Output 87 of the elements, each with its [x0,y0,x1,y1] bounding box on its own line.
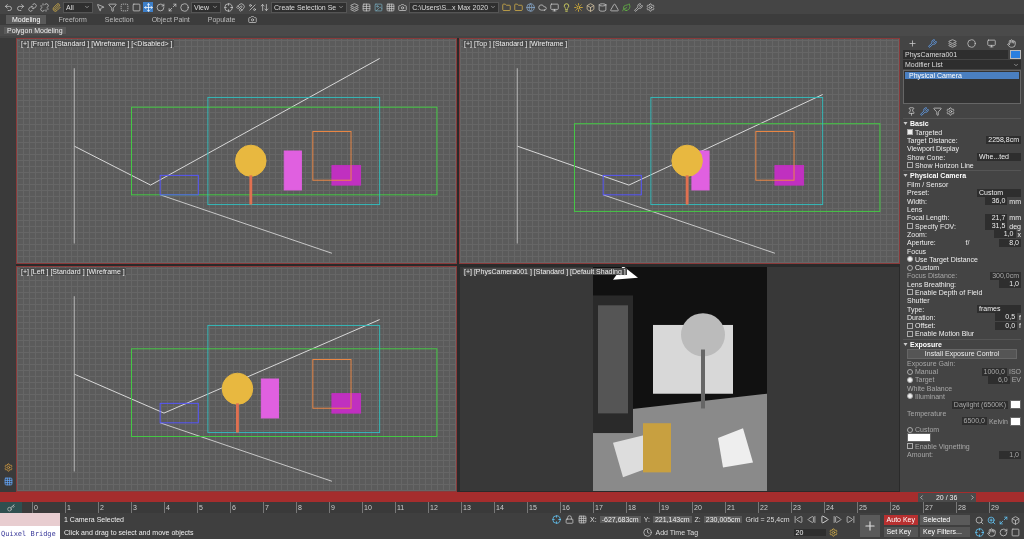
magnet-icon[interactable] [235,2,245,12]
arrows-icon[interactable] [259,2,269,12]
filter-icon[interactable] [107,2,117,12]
plus-icon [862,519,877,533]
monitor-icon[interactable] [549,2,560,12]
utilities-icon[interactable] [1006,38,1017,49]
create-icon[interactable] [907,38,918,49]
box-icon[interactable] [1010,515,1020,525]
folder-icon[interactable] [513,2,524,12]
collapse-arrow-icon[interactable] [903,342,908,347]
folder-icon[interactable] [501,2,512,12]
circle-icon[interactable] [179,2,189,12]
motion-icon[interactable] [966,38,977,49]
box-icon[interactable] [585,2,596,12]
pan-icon[interactable] [986,527,996,537]
play-icon[interactable] [819,514,830,525]
percent-icon[interactable] [247,2,257,12]
dashed-square-icon[interactable] [119,2,129,12]
modify-icon[interactable] [927,38,938,49]
pointer-icon[interactable] [95,2,105,12]
lightbulb-icon[interactable] [561,2,572,12]
step-forward-icon[interactable] [832,514,843,525]
scale-icon[interactable] [167,2,177,12]
settings-icon[interactable] [945,106,955,116]
search-icon[interactable] [974,515,984,525]
image-icon[interactable] [373,2,384,12]
checkbox[interactable] [907,322,913,329]
checkbox[interactable] [907,129,913,136]
leaf-icon[interactable] [621,2,632,12]
settings-icon[interactable] [645,2,656,12]
maximize-icon[interactable] [1010,527,1020,537]
cloud-icon[interactable] [537,2,548,12]
lock-icon[interactable] [564,514,575,525]
zoom-extents-icon[interactable] [998,515,1008,525]
collapse-arrow-icon[interactable] [903,121,908,126]
skip-back-icon[interactable] [793,514,804,525]
chevron-down-icon [490,4,497,10]
object-color-swatch[interactable] [1010,50,1021,59]
checkbox[interactable] [907,223,913,230]
link-icon[interactable] [27,2,37,12]
globe-icon[interactable] [525,2,536,12]
layout-icon[interactable] [3,476,13,486]
crosshair-icon[interactable] [223,2,233,12]
unlink-icon[interactable] [39,2,49,12]
step-back-icon[interactable] [806,514,817,525]
move-icon[interactable] [143,2,153,12]
wrench-icon[interactable] [633,2,644,12]
cone-icon[interactable] [609,2,620,12]
cylinder-icon[interactable] [597,2,608,12]
table-icon[interactable] [361,2,372,12]
modifier-icon[interactable] [919,106,929,116]
radio-button[interactable] [907,256,913,263]
chevron-down-icon [212,4,218,10]
undo-icon[interactable] [3,2,13,12]
chevron-down-icon [84,4,90,10]
filter-icon[interactable] [932,106,942,116]
chevron-down-icon [338,4,345,10]
checkbox[interactable] [907,289,913,296]
settings-icon[interactable] [3,462,13,472]
layers-icon[interactable] [349,2,360,12]
zoom-icon[interactable] [986,515,996,525]
time-config-icon[interactable] [828,527,839,538]
chevron-down-icon [1013,61,1019,68]
clock-icon[interactable] [642,527,653,538]
camera-icon[interactable] [247,14,258,25]
pin-icon[interactable] [906,106,916,116]
collapse-arrow-icon[interactable] [903,174,908,178]
checkbox[interactable] [907,162,913,169]
key-icon [7,503,15,512]
grid-icon[interactable] [385,2,396,12]
grid-icon[interactable] [577,514,588,525]
paperclip-icon[interactable] [51,2,61,12]
redo-icon[interactable] [15,2,25,12]
orbit-icon[interactable] [974,527,984,537]
hierarchy-icon[interactable] [947,38,958,49]
checkbox[interactable] [907,330,913,337]
chevron-left-icon[interactable] [917,493,925,501]
skip-forward-icon[interactable] [845,514,856,525]
square-icon[interactable] [131,2,141,12]
add-key-button[interactable] [859,515,880,537]
crosshair-icon[interactable] [551,514,562,525]
chevron-right-icon[interactable] [968,493,976,501]
rotate-icon[interactable] [998,527,1008,537]
display-icon[interactable] [986,38,997,49]
rotate-icon[interactable] [155,2,165,12]
sun-icon[interactable] [573,2,584,12]
camera-icon[interactable] [397,2,408,12]
